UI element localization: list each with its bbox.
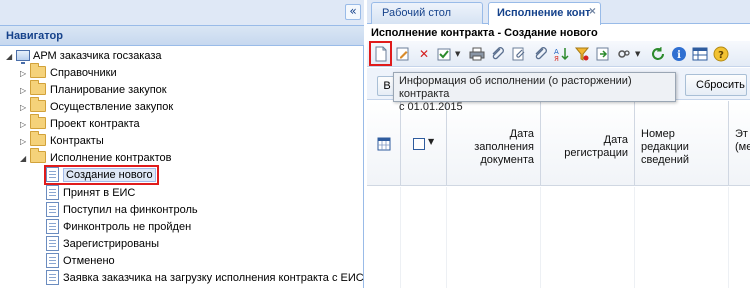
table-icon[interactable]: [691, 45, 709, 63]
column-header-label: Дата заполнения документа: [474, 128, 534, 166]
sort-icon[interactable]: AЯ: [552, 45, 570, 63]
tooltip-line: с 01.01.2015: [399, 101, 463, 113]
toolbar: ✕ ▼ AЯ ▼ i ?: [367, 41, 750, 67]
tree-item-load-request[interactable]: Заявка заказчика на загрузку исполнения …: [46, 270, 364, 287]
tree-item-label: Заявка заказчика на загрузку исполнения …: [63, 272, 364, 284]
grid-col-registration-date[interactable]: Дата регистрации: [541, 101, 635, 186]
grid-body-col: [401, 187, 447, 288]
tab-contract-execution[interactable]: Исполнение конт ×: [488, 2, 601, 25]
document-icon: [46, 202, 59, 217]
grid-col-icon[interactable]: [367, 101, 401, 186]
edit-icon[interactable]: [394, 45, 412, 63]
attach-icon[interactable]: [489, 45, 507, 63]
tree-item-label: Отменено: [63, 255, 115, 267]
dropdown-arrow-icon[interactable]: ▼: [635, 48, 641, 60]
tab-label: Исполнение конт: [497, 7, 591, 19]
print-icon[interactable]: [468, 45, 486, 63]
page-title: Исполнение контракта - Создание нового: [367, 25, 750, 41]
navigator-panel: « Навигатор ◢ АРМ заказчика госзаказа ▷ Сп…: [0, 0, 364, 288]
navigator-title: Навигатор: [0, 26, 364, 46]
folder-icon: [30, 97, 46, 112]
tree-folder-label: Проект контракта: [50, 118, 140, 130]
folder-icon: [30, 114, 46, 129]
help-icon[interactable]: ?: [712, 45, 730, 63]
tree-item-cancelled[interactable]: Отменено: [46, 253, 115, 270]
tree-folder-procurement[interactable]: ▷ Осуществление закупок: [20, 97, 174, 116]
tree-item-registered[interactable]: Зарегистрированы: [46, 236, 159, 253]
document-icon: [46, 219, 59, 234]
collapsed-arrow-icon[interactable]: ▷: [20, 99, 30, 116]
settings-icon[interactable]: [615, 45, 633, 63]
folder-icon: [30, 131, 46, 146]
tree-item-label: Зарегистрированы: [63, 238, 160, 250]
collapsed-arrow-icon[interactable]: ▷: [20, 65, 30, 82]
tree-item-label: Поступил на финконтроль: [63, 204, 198, 216]
dropdown-arrow-icon[interactable]: ▼: [455, 48, 461, 60]
svg-text:Я: Я: [554, 55, 559, 63]
filter-icon[interactable]: [573, 45, 591, 63]
calendar-icon[interactable]: [377, 137, 391, 154]
tab-bar: Рабочий стол Исполнение конт ×: [367, 0, 750, 25]
highlight-frame-new-button: [369, 41, 392, 66]
tree-folder-label: Планирование закупок: [50, 84, 167, 96]
svg-text:?: ?: [718, 50, 724, 61]
tab-desktop[interactable]: Рабочий стол: [371, 2, 483, 24]
tooltip-line: Информация об исполнении (о расторжении)…: [399, 75, 632, 100]
workstation-icon: [16, 50, 30, 64]
folder-icon: [30, 80, 46, 95]
tree-folder-label: Справочники: [50, 67, 117, 79]
tooltip: Информация об исполнении (о расторжении)…: [393, 72, 676, 113]
tree-folder-label: Исполнение контрактов: [50, 152, 172, 164]
tree-item-label: Принят в ЕИС: [63, 187, 136, 199]
attach-link-icon[interactable]: [531, 45, 549, 63]
tree-item-accepted-eis[interactable]: Принят в ЕИС: [46, 185, 135, 202]
grid-body: [367, 187, 750, 288]
close-icon[interactable]: ×: [587, 7, 598, 18]
expanded-arrow-icon[interactable]: ◢: [20, 150, 30, 167]
document-icon: [46, 253, 59, 268]
folder-icon: [30, 148, 46, 163]
highlight-frame-tree-item: [44, 165, 159, 185]
collapsed-arrow-icon[interactable]: ▷: [20, 82, 30, 99]
reset-button[interactable]: Сбросить: [685, 74, 747, 96]
folder-icon: [30, 63, 46, 78]
column-header-label: Номер редакции сведений: [641, 128, 689, 166]
document-icon: [46, 236, 59, 251]
tree-item-fincontrol-received[interactable]: Поступил на финконтроль: [46, 202, 198, 219]
expanded-arrow-icon[interactable]: ◢: [6, 48, 16, 65]
tree-item-fincontrol-failed[interactable]: Финконтроль не пройден: [46, 219, 191, 236]
chevron-down-icon[interactable]: ▼: [428, 137, 434, 146]
column-header-label: Дата регистрации: [564, 134, 628, 159]
document-icon: [46, 270, 59, 285]
collapsed-arrow-icon[interactable]: ▷: [20, 133, 30, 150]
info-icon[interactable]: i: [670, 45, 688, 63]
grid-body-col: [447, 187, 541, 288]
collapsed-arrow-icon[interactable]: ▷: [20, 116, 30, 133]
tab-label: Рабочий стол: [382, 7, 452, 19]
svg-text:i: i: [677, 50, 681, 61]
select-all-checkbox[interactable]: [413, 138, 425, 150]
content-area: Рабочий стол Исполнение конт × Исполнени…: [367, 0, 750, 288]
grid-body-col: [541, 187, 635, 288]
tree-item-label: Финконтроль не пройден: [63, 221, 192, 233]
tree-folder-label: Контракты: [50, 135, 104, 147]
column-header-label: Эт (ме: [735, 128, 750, 153]
attachments-icon[interactable]: [510, 45, 528, 63]
tree-folder-label: Осуществление закупок: [50, 101, 174, 113]
collapse-navigator-button[interactable]: «: [345, 4, 361, 20]
approve-icon[interactable]: [435, 45, 453, 63]
document-icon: [46, 185, 59, 200]
grid-body-col: [635, 187, 729, 288]
grid-col-stage[interactable]: Эт (ме: [729, 101, 750, 186]
export-icon[interactable]: [594, 45, 612, 63]
tree-root-label: АРМ заказчика госзаказа: [33, 50, 162, 62]
refresh-icon[interactable]: [649, 45, 667, 63]
navigator-topbar: «: [0, 0, 364, 26]
delete-icon[interactable]: ✕: [415, 45, 433, 63]
grid-body-col: [367, 187, 401, 288]
tree-folder-planning[interactable]: ▷ Планирование закупок: [20, 80, 167, 99]
grid-col-revision-number[interactable]: Номер редакции сведений: [635, 101, 729, 186]
